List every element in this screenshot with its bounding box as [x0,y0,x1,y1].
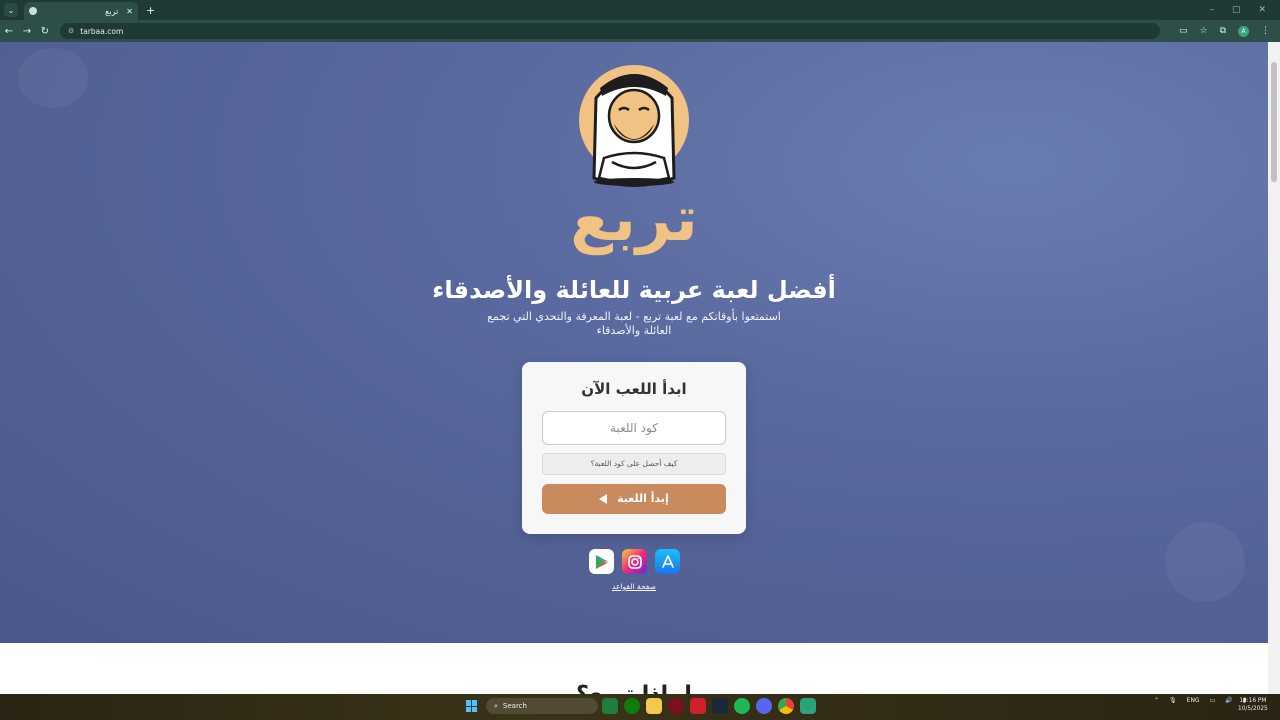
search-icon: ⌕ [494,701,498,710]
steam-app-icon[interactable] [712,698,728,714]
cast-icon[interactable]: ▭ [1179,26,1188,36]
green-app-icon[interactable] [800,698,816,714]
game-code-input[interactable] [542,411,726,445]
bookmark-star-icon[interactable]: ☆ [1199,26,1207,36]
spotify-app-icon[interactable] [734,698,750,714]
close-tab-icon[interactable]: ✕ [126,7,133,16]
browser-tab[interactable]: تربع ✕ [24,2,138,20]
browser-tab-bar: ⌄ تربع ✕ + – ▢ ✕ [0,0,1280,20]
page-headline: أفضل لعبة عربية للعائلة والأصدقاء [432,276,836,304]
maximize-button[interactable]: ▢ [1232,5,1241,15]
page-subheadline: استمتعوا بأوقاتكم مع لعبة تربع - لعبة ال… [487,310,781,337]
site-info-icon[interactable]: ⚙ [68,27,74,35]
app-store-icon[interactable] [655,549,680,574]
opera-app-icon[interactable] [668,698,684,714]
tab-search-button[interactable]: ⌄ [4,3,18,17]
red-app-icon[interactable] [690,698,706,714]
start-game-card: ابدأ اللعب الآن كيف أحصل على كود اللعبة؟… [522,362,746,534]
reload-icon[interactable]: ↻ [36,26,54,37]
get-code-help-button[interactable]: كيف أحصل على كود اللعبة؟ [542,453,726,475]
brand-wordmark: تربع [570,182,698,255]
taskbar-apps [602,698,816,714]
browser-toolbar: ← → ↻ ⚙ tarbaa.com ▭ ☆ ⧉ A ⋮ [0,20,1280,42]
microphone-icon[interactable]: 🎙 [1169,697,1177,704]
site-favicon [29,7,37,15]
extensions-icon[interactable]: ⧉ [1220,26,1226,36]
card-title: ابدأ اللعب الآن [581,380,687,398]
hero-section: تربع أفضل لعبة عربية للعائلة والأصدقاء ا… [0,42,1268,643]
taskbar-clock[interactable]: 10:16 PM 10/5/2025 [1238,697,1268,713]
rules-page-link[interactable]: صفحة القواعد [0,582,1268,591]
xbox-app-icon[interactable] [624,698,640,714]
tab-title: تربع [105,6,119,16]
instagram-icon[interactable] [622,549,647,574]
volume-icon[interactable]: 🔊 [1225,697,1232,704]
scrollbar-thumb[interactable] [1271,62,1277,182]
clock-date: 10/5/2025 [1238,706,1268,712]
taskbar-search-label: Search [502,702,527,710]
decorative-blob [18,48,88,108]
features-heading: لماذا تربع؟ [0,682,1268,694]
file-explorer-icon[interactable] [646,698,662,714]
start-game-button[interactable]: إبدأ اللعبة [542,484,726,514]
play-icon [599,494,608,504]
store-links [589,549,680,574]
profile-avatar[interactable]: A [1238,25,1249,37]
address-bar[interactable]: ⚙ tarbaa.com [60,23,1160,39]
page-viewport: تربع أفضل لعبة عربية للعائلة والأصدقاء ا… [0,42,1268,694]
tray-overflow-icon[interactable]: ⌃ [1154,697,1159,704]
google-play-icon[interactable] [589,549,614,574]
windows-start-icon[interactable] [466,700,478,712]
page-scrollbar[interactable] [1268,42,1280,694]
minimize-button[interactable]: – [1209,5,1214,15]
close-window-button[interactable]: ✕ [1258,5,1266,15]
system-tray: ⌃ 🎙 ENG ▭ 🔊 ▮ [1154,697,1246,704]
nvidia-app-icon[interactable] [602,698,618,714]
menu-kebab-icon[interactable]: ⋮ [1261,26,1270,36]
start-game-label: إبدأ اللعبة [617,492,669,505]
new-tab-button[interactable]: + [146,4,155,17]
forward-icon[interactable]: → [18,26,36,37]
back-icon[interactable]: ← [0,26,18,37]
taskbar-search[interactable]: ⌕ Search [486,698,598,714]
mascot-logo-icon [579,65,689,187]
language-indicator[interactable]: ENG [1187,697,1200,704]
url-text: tarbaa.com [80,26,124,36]
display-icon[interactable]: ▭ [1210,697,1216,704]
chrome-app-icon[interactable] [778,698,794,714]
clock-time: 10:16 PM [1239,698,1267,704]
discord-app-icon[interactable] [756,698,772,714]
